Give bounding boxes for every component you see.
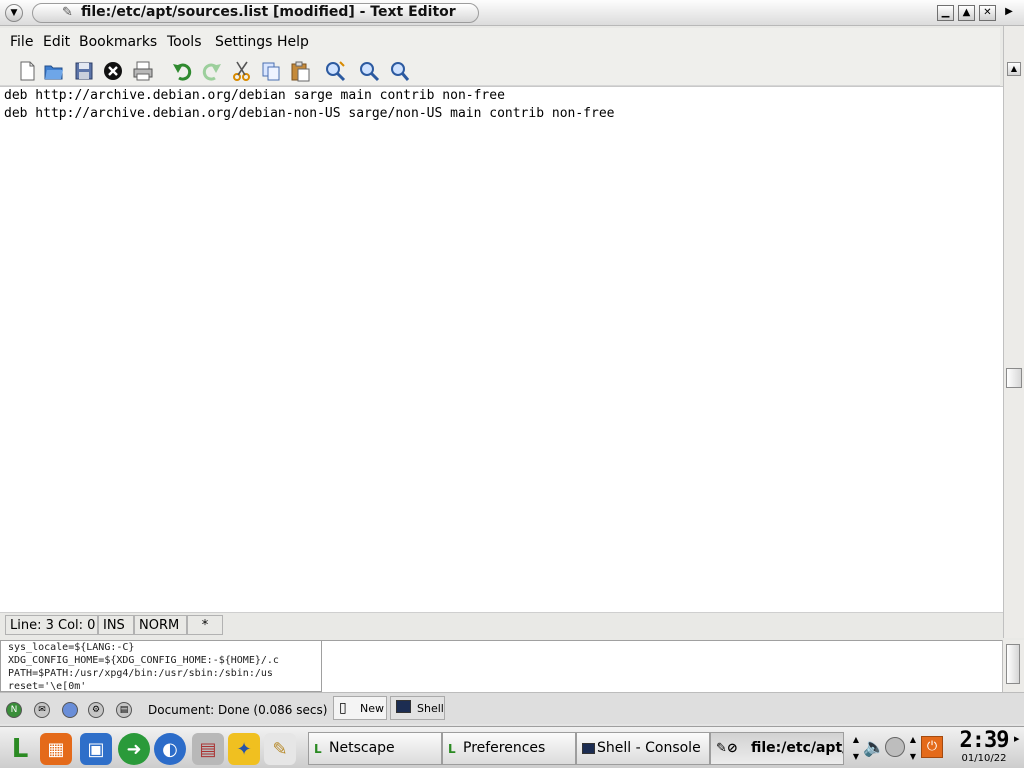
save-icon[interactable]	[71, 58, 97, 84]
window-title: file:/etc/apt/sources.list [modified] - …	[81, 4, 456, 20]
console-line-1: sys_locale=${LANG:-C}	[8, 642, 135, 653]
undo-icon[interactable]	[169, 58, 195, 84]
menu-bookmarks-label: Bookmarks	[79, 34, 158, 50]
editor-text-area[interactable]: deb http://archive.debian.org/debian sar…	[0, 86, 1003, 612]
preferences-task-icon: L	[448, 742, 456, 756]
task-netscape[interactable]: L Netscape	[308, 732, 442, 765]
print-icon[interactable]	[130, 58, 156, 84]
document-status: Document: Done (0.086 secs)	[148, 703, 328, 717]
task-netscape-label: Netscape	[329, 740, 395, 756]
console-line-3: PATH=$PATH:/usr/xpg4/bin:/usr/sbin:/sbin…	[8, 668, 273, 679]
menu-settings[interactable]: Settings	[215, 34, 272, 50]
selection-mode-indicator: NORM	[134, 615, 187, 635]
menu-bookmarks[interactable]: Bookmarks	[79, 34, 157, 50]
task-shell-console[interactable]: Shell - Console	[576, 732, 710, 765]
minimize-button[interactable]: ▁	[937, 5, 954, 21]
user-tools-icon[interactable]: ✦	[228, 733, 260, 765]
start-menu-icon[interactable]: L	[4, 733, 36, 765]
title-extra-icon[interactable]: ▶	[1002, 5, 1016, 21]
navigator-icon[interactable]: N	[6, 702, 22, 718]
menu-file-label: File	[10, 34, 34, 50]
run-icon[interactable]: ➜	[118, 733, 150, 765]
netscape-task-icon: L	[314, 742, 322, 756]
file-manager-icon[interactable]: ▣	[80, 733, 112, 765]
composer-icon[interactable]	[62, 702, 78, 718]
menu-help-label: Help	[277, 34, 309, 50]
menu-help[interactable]: Help	[277, 34, 309, 50]
console-task-icon	[582, 743, 595, 754]
menu-file[interactable]: File	[10, 34, 33, 50]
editor-statusbar: Line: 3 Col: 0 INS NORM *	[0, 612, 1003, 636]
console-scrollbar[interactable]	[1002, 640, 1024, 692]
new-console-tab[interactable]: ▯ New	[333, 696, 387, 720]
shell-tab-label: Shell	[417, 702, 444, 715]
menu-bar: File Edit Bookmarks Tools Settings Help	[0, 28, 1000, 56]
clock[interactable]: 2:39 01/10/22	[956, 728, 1012, 766]
main-toolbar	[0, 56, 1000, 86]
mail-icon[interactable]: ✉	[34, 702, 50, 718]
copy-icon[interactable]	[258, 58, 284, 84]
menu-tools[interactable]: Tools	[167, 34, 202, 50]
cursor-position: Line: 3 Col: 0	[5, 615, 98, 635]
taskbar: L ▦ ▣ ➜ ◐ ▤ ✦ ✎ L Netscape L Preferences…	[0, 726, 1024, 768]
browser-status-bar: N ✉ ⚙ ▤ Document: Done (0.086 secs) ▯ Ne…	[0, 692, 1024, 724]
task-scroll-arrows[interactable]: ▲ ▼	[851, 731, 861, 765]
new-session-icon: ▯	[339, 700, 347, 716]
menu-edit-label: Edit	[43, 34, 71, 50]
find-icon[interactable]	[356, 58, 382, 84]
clock-time: 2:39	[959, 728, 1010, 753]
volume-icon[interactable]: 🔈	[863, 737, 885, 758]
close-button[interactable]: ✕	[979, 5, 996, 21]
power-icon[interactable]: ⏻	[921, 736, 943, 758]
shell-console-tab[interactable]: Shell	[390, 696, 445, 720]
cut-icon[interactable]	[229, 58, 255, 84]
editor-line-2: deb http://archive.debian.org/debian-non…	[4, 106, 615, 121]
tools-icon[interactable]: ⚙	[88, 702, 104, 718]
task-shell-console-label: Shell - Console	[597, 740, 701, 756]
task-text-editor[interactable]: ✎⊘ file:/etc/apt/s	[710, 732, 844, 765]
new-document-icon[interactable]	[14, 58, 40, 84]
open-folder-icon[interactable]	[41, 58, 67, 84]
console-line-4: reset='\e[0m'	[8, 681, 87, 692]
clock-date: 01/10/22	[961, 753, 1007, 764]
console-line-2: XDG_CONFIG_HOME=${XDG_CONFIG_HOME:-${HOM…	[8, 655, 279, 666]
close-document-icon[interactable]	[100, 58, 126, 84]
new-tab-label: New	[360, 702, 384, 715]
console-output[interactable]: sys_locale=${LANG:-C} XDG_CONFIG_HOME=${…	[0, 640, 322, 692]
terminal-icon	[396, 700, 411, 713]
window-titlebar[interactable]: ▼ ✎ file:/etc/apt/sources.list [modified…	[0, 0, 1024, 26]
lifesaver-help-icon[interactable]: ▦	[40, 733, 72, 765]
editor-line-1: deb http://archive.debian.org/debian sar…	[4, 88, 505, 103]
network-icon[interactable]	[885, 737, 905, 757]
menu-settings-label: Settings	[215, 34, 273, 50]
editor-vertical-scrollbar[interactable]: ▲	[1003, 26, 1024, 638]
insert-mode-indicator: INS	[98, 615, 134, 635]
console-scroll-thumb[interactable]	[1006, 644, 1020, 684]
editor-task-icon: ✎⊘	[716, 741, 738, 756]
console-empty-area	[322, 640, 1002, 692]
edit-pencil-icon: ✎	[62, 5, 73, 20]
taskbar-handle[interactable]: ▸	[1014, 732, 1024, 764]
text-editor-window: ▼ ✎ file:/etc/apt/sources.list [modified…	[0, 0, 1024, 640]
redo-icon[interactable]	[199, 58, 225, 84]
task-preferences[interactable]: L Preferences	[442, 732, 576, 765]
modified-indicator: *	[187, 615, 223, 635]
text-editor-launcher-icon[interactable]: ✎	[264, 733, 296, 765]
find-next-icon[interactable]	[386, 58, 412, 84]
scroll-thumb[interactable]	[1006, 368, 1022, 388]
paste-icon[interactable]	[287, 58, 313, 84]
menu-edit[interactable]: Edit	[43, 34, 70, 50]
menu-tools-label: Tools	[167, 34, 202, 50]
task-text-editor-label: file:/etc/apt/s	[751, 740, 843, 756]
archive-icon[interactable]: ▤	[192, 733, 224, 765]
tray-scroll-arrows[interactable]: ▲ ▼	[908, 731, 918, 765]
maximize-button[interactable]: ▲	[958, 5, 975, 21]
find-replace-icon[interactable]	[322, 58, 348, 84]
address-book-icon[interactable]: ▤	[116, 702, 132, 718]
scroll-up-icon[interactable]: ▲	[1007, 62, 1021, 76]
task-preferences-label: Preferences	[463, 740, 546, 756]
window-menu-icon[interactable]: ▼	[5, 4, 23, 22]
browser-icon[interactable]: ◐	[154, 733, 186, 765]
